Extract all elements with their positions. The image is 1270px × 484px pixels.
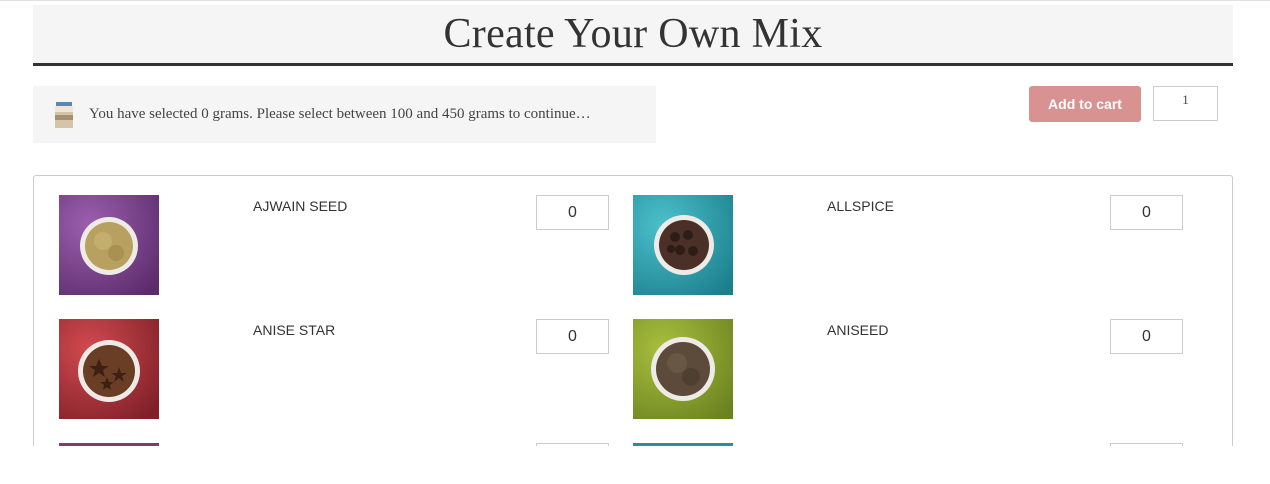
viewport-bottom	[0, 446, 1270, 484]
product-grid: AJWAIN SEED 0 ALLSPICE 0 ANISE STAR 0 AN…	[33, 175, 1233, 484]
jar-icon	[55, 102, 73, 128]
page-header: Create Your Own Mix	[33, 5, 1233, 66]
selection-notice: You have selected 0 grams. Please select…	[33, 86, 656, 143]
cart-quantity-input[interactable]: 1	[1153, 86, 1218, 121]
product-name: ANISEED	[827, 322, 889, 338]
product-quantity-input[interactable]: 0	[536, 195, 609, 230]
product-image	[59, 319, 159, 419]
product-name: AJWAIN SEED	[253, 198, 348, 214]
product-image	[59, 195, 159, 295]
product-quantity-input[interactable]: 0	[1110, 195, 1183, 230]
top-divider	[0, 0, 1270, 1]
product-name: ANISE STAR	[253, 322, 336, 338]
product-quantity-input[interactable]: 0	[1110, 319, 1183, 354]
page-title: Create Your Own Mix	[443, 11, 823, 57]
product-image	[633, 195, 733, 295]
product-quantity-input[interactable]: 0	[536, 319, 609, 354]
notice-text: You have selected 0 grams. Please select…	[89, 106, 591, 122]
add-to-cart-button[interactable]: Add to cart	[1029, 86, 1141, 122]
product-name: ALLSPICE	[827, 198, 894, 214]
product-image	[633, 319, 733, 419]
